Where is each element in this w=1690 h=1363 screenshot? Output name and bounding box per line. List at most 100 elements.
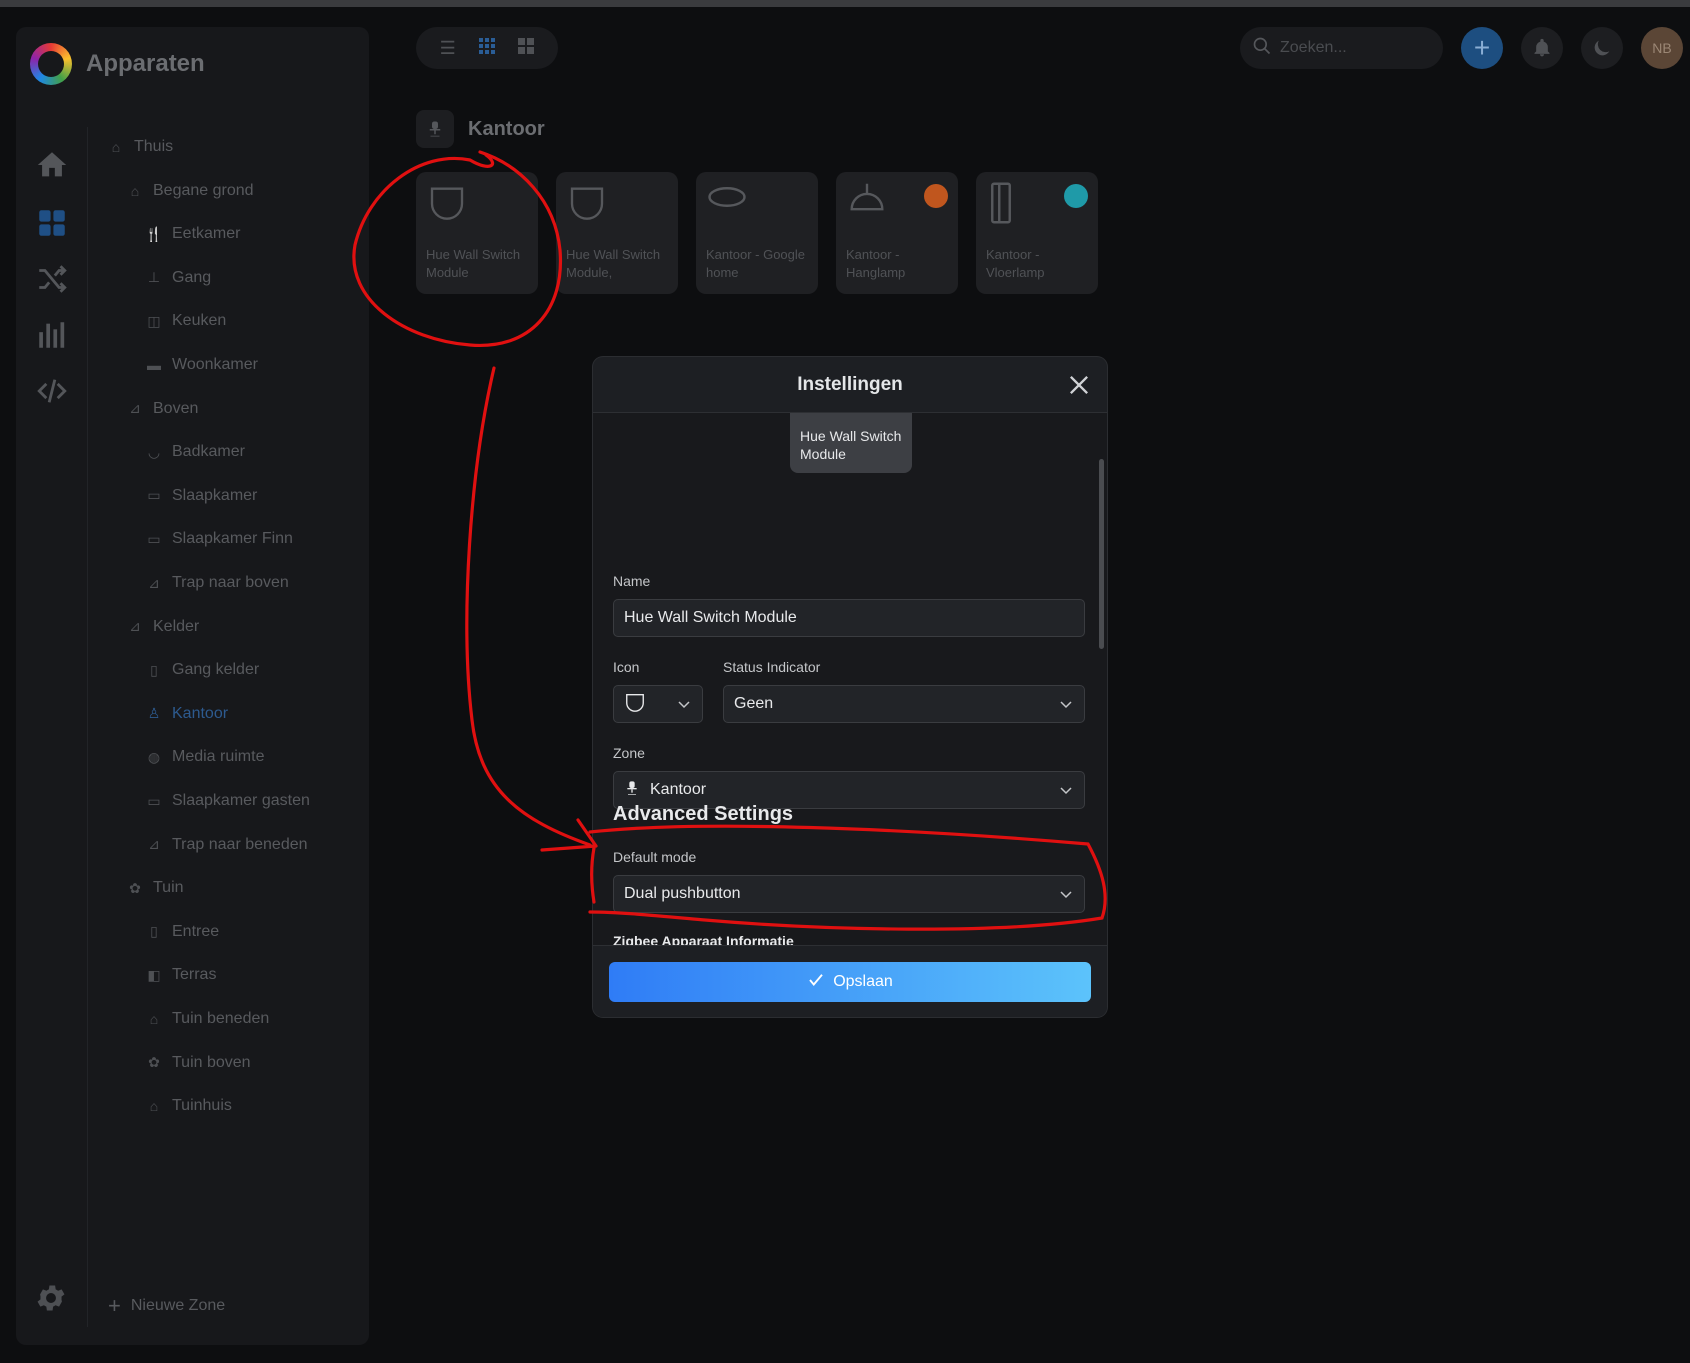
floor-icon: ⌂ [130, 182, 140, 199]
sidebar-zone-item[interactable]: ⌂ Begane grond [127, 179, 254, 203]
door-open-icon: ◧ [147, 966, 161, 983]
name-input[interactable]: Hue Wall Switch Module [613, 599, 1085, 637]
search-icon [1252, 36, 1272, 61]
sidebar-zone-label: Woonkamer [172, 356, 258, 373]
name-input-value: Hue Wall Switch Module [624, 609, 797, 626]
save-button[interactable]: Opslaan [609, 962, 1091, 1002]
sidebar-zone-label: Gang [172, 268, 212, 286]
brand: Apparaten [30, 43, 205, 85]
status-dot [1064, 184, 1088, 208]
large-grid-view-icon[interactable] [513, 37, 539, 59]
office-chair-icon: ♙ [147, 705, 161, 722]
sidebar-zone-label: Media ruimte [172, 748, 265, 766]
default-mode-label: Default mode [613, 849, 697, 865]
gazebo-icon: ⌂ [149, 1011, 159, 1027]
sidebar-zone-item[interactable]: ◫ Keuken [146, 309, 226, 333]
sidebar-zone-item[interactable]: ⌂ Thuis [108, 135, 173, 159]
modal-footer: Opslaan [593, 945, 1107, 1017]
sidebar-zone-label: Trap naar boven [172, 574, 289, 591]
chevron-down-icon [1058, 782, 1074, 798]
device-card[interactable]: Kantoor - Vloerlamp [976, 172, 1098, 294]
device-card[interactable]: Kantoor - Hanglamp [836, 172, 958, 294]
device-card[interactable]: Kantoor - Google home [696, 172, 818, 294]
sidebar-zone-item[interactable]: ⊿ Trap naar boven [146, 571, 289, 595]
sidebar-zone-label: Trap naar beneden [172, 835, 308, 853]
sidebar-zone-item[interactable]: ⊿ Boven [127, 397, 198, 421]
modal-body[interactable]: Hue Wall Switch Module Name Hue Wall Swi… [593, 413, 1107, 945]
new-zone-label: Nieuwe Zone [130, 1297, 226, 1314]
sidebar-zone-label: Terras [172, 966, 217, 984]
bed-icon: ▭ [147, 487, 161, 504]
sidebar-zone-label: Boven [153, 399, 199, 417]
sidebar-zone-item[interactable]: ▯ Gang kelder [146, 658, 259, 682]
advanced-settings-title: Advanced Settings [613, 803, 794, 825]
flower-icon: ✿ [148, 1054, 160, 1071]
sidebar-zone-label: Gang kelder [172, 661, 260, 679]
search-box[interactable]: Zoeken... [1240, 27, 1443, 69]
icon-select[interactable] [613, 685, 703, 723]
sidebar-zone-item[interactable]: ◧ Terras [146, 963, 216, 987]
sidebar-zone-item[interactable]: ♙ Kantoor [146, 702, 228, 726]
sidebar-zone-label: Tuinhuis [172, 1097, 232, 1115]
home-icon: ⌂ [111, 139, 121, 155]
sidebar-zone-item[interactable]: 🍴 Eetkamer [145, 222, 240, 246]
status-indicator-value: Geen [734, 695, 774, 712]
bed-icon: ▭ [147, 530, 161, 547]
plus-icon: + [108, 1293, 121, 1318]
sidebar-zone-item[interactable]: ⊿ Kelder [127, 615, 199, 639]
sidebar-zone-item[interactable]: ◍ Media ruimte [146, 745, 265, 769]
close-icon[interactable] [1065, 371, 1093, 399]
modal-scroll-thumb[interactable] [1099, 459, 1104, 649]
sidebar-zone-item[interactable]: ⌂ Tuinhuis [146, 1094, 232, 1118]
plus-icon: + [1473, 32, 1491, 63]
sidebar-zone-item[interactable]: ▭ Slaapkamer Finn [146, 527, 293, 551]
stairs-icon: ⊿ [129, 618, 141, 635]
nav-rail [16, 127, 88, 1327]
settings-gear-icon[interactable] [34, 1281, 68, 1320]
sidebar-zone-item[interactable]: ✿ Tuin boven [146, 1051, 251, 1075]
device-card[interactable]: Hue Wall Switch Module [416, 172, 538, 294]
avatar-initials: NB [1652, 40, 1672, 56]
checkmark-icon [807, 971, 825, 994]
sidebar-zone-item[interactable]: ◡ Badkamer [146, 440, 245, 464]
sidebar-zone-item[interactable]: ▭ Slaapkamer gasten [146, 789, 310, 813]
devices-grid-icon[interactable] [34, 205, 70, 241]
sidebar-zone-item[interactable]: ✿ Tuin [127, 876, 184, 900]
list-view-icon[interactable]: ☰ [435, 38, 461, 59]
view-toggle: ☰ [416, 27, 558, 69]
zigbee-info-title: Zigbee Apparaat Informatie [613, 933, 794, 945]
status-indicator-select[interactable]: Geen [723, 685, 1085, 723]
sidebar-zone-item[interactable]: ▭ Slaapkamer [146, 484, 257, 508]
sidebar-zone-label: Tuin beneden [172, 1010, 270, 1027]
shuffle-icon[interactable] [34, 261, 70, 297]
device-preview-chip: Hue Wall Switch Module [790, 413, 912, 473]
app-logo [30, 43, 72, 85]
room-header: Kantoor [416, 110, 545, 148]
device-card[interactable]: Hue Wall Switch Module, [556, 172, 678, 294]
user-avatar[interactable]: NB [1641, 27, 1683, 69]
home-icon[interactable] [34, 147, 70, 183]
sidebar-zone-item[interactable]: ▯ Entree [146, 920, 219, 944]
lamp-icon: ⊥ [147, 269, 161, 286]
sidebar-zone-item[interactable]: ▬ Woonkamer [146, 353, 258, 377]
sidebar-zone-label: Tuin boven [172, 1053, 251, 1071]
default-mode-select[interactable]: Dual pushbutton [613, 875, 1085, 913]
small-grid-view-icon[interactable] [474, 37, 500, 59]
sidebar-zone-label: Tuin [153, 879, 184, 897]
statistics-icon[interactable] [34, 317, 70, 353]
code-icon[interactable] [34, 373, 70, 409]
device-card-label: Hue Wall Switch Module [426, 247, 521, 280]
shed-icon: ⌂ [149, 1098, 159, 1115]
speaker-icon [706, 182, 808, 232]
notifications-bell-icon[interactable] [1521, 27, 1563, 69]
device-card-label: Kantoor - Hanglamp [846, 247, 906, 280]
sidebar-zone-label: Slaapkamer gasten [172, 792, 310, 809]
chevron-down-icon [1058, 696, 1074, 712]
new-zone-button[interactable]: + Nieuwe Zone [108, 1293, 225, 1319]
sidebar-zone-item[interactable]: ⊥ Gang [146, 266, 211, 290]
pot-icon: ◫ [147, 312, 161, 329]
sidebar-zone-item[interactable]: ⌂ Tuin beneden [146, 1007, 270, 1031]
dark-mode-moon-icon[interactable] [1581, 27, 1623, 69]
add-button[interactable]: + [1461, 27, 1503, 69]
sidebar-zone-item[interactable]: ⊿ Trap naar beneden [146, 833, 308, 857]
